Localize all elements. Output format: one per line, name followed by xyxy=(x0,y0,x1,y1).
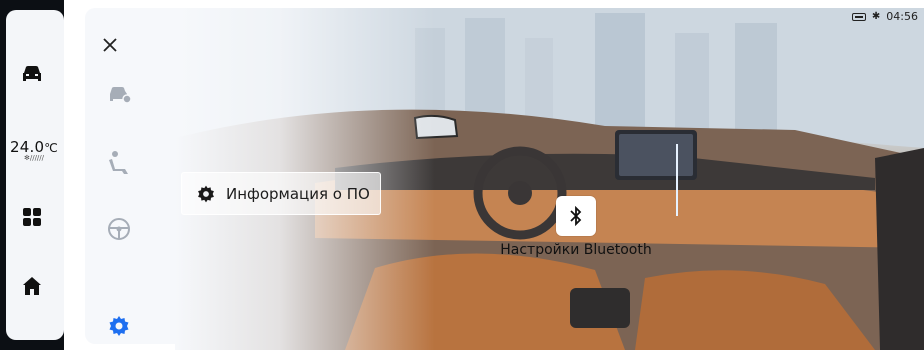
hotspot-line xyxy=(676,144,678,216)
status-bar: ✱ 04:56 xyxy=(851,10,918,23)
bluetooth-settings-label: Настройки Bluetooth xyxy=(500,242,652,258)
fan-level: ////// xyxy=(29,154,45,162)
bluetooth-settings-button[interactable] xyxy=(556,196,596,236)
bluetooth-icon xyxy=(570,206,582,226)
clock: 04:56 xyxy=(886,10,918,23)
close-icon[interactable] xyxy=(101,36,119,54)
temperature-unit: ℃ xyxy=(44,141,58,155)
software-info-button[interactable]: Информация о ПО xyxy=(181,172,381,215)
car-settings-icon[interactable] xyxy=(107,82,133,108)
battery-icon xyxy=(851,12,866,21)
bluetooth-icon: ✱ xyxy=(871,11,881,22)
seat-icon[interactable] xyxy=(107,150,133,176)
temperature-display[interactable]: 24.0℃ ✻////// xyxy=(8,138,60,162)
gear-icon[interactable] xyxy=(107,314,133,340)
steering-wheel-icon[interactable] xyxy=(107,217,133,243)
gear-icon xyxy=(198,185,214,202)
apps-grid-icon[interactable] xyxy=(18,203,46,231)
car-icon[interactable] xyxy=(18,60,46,88)
home-icon[interactable] xyxy=(18,272,46,300)
software-info-label: Информация о ПО xyxy=(226,184,370,203)
